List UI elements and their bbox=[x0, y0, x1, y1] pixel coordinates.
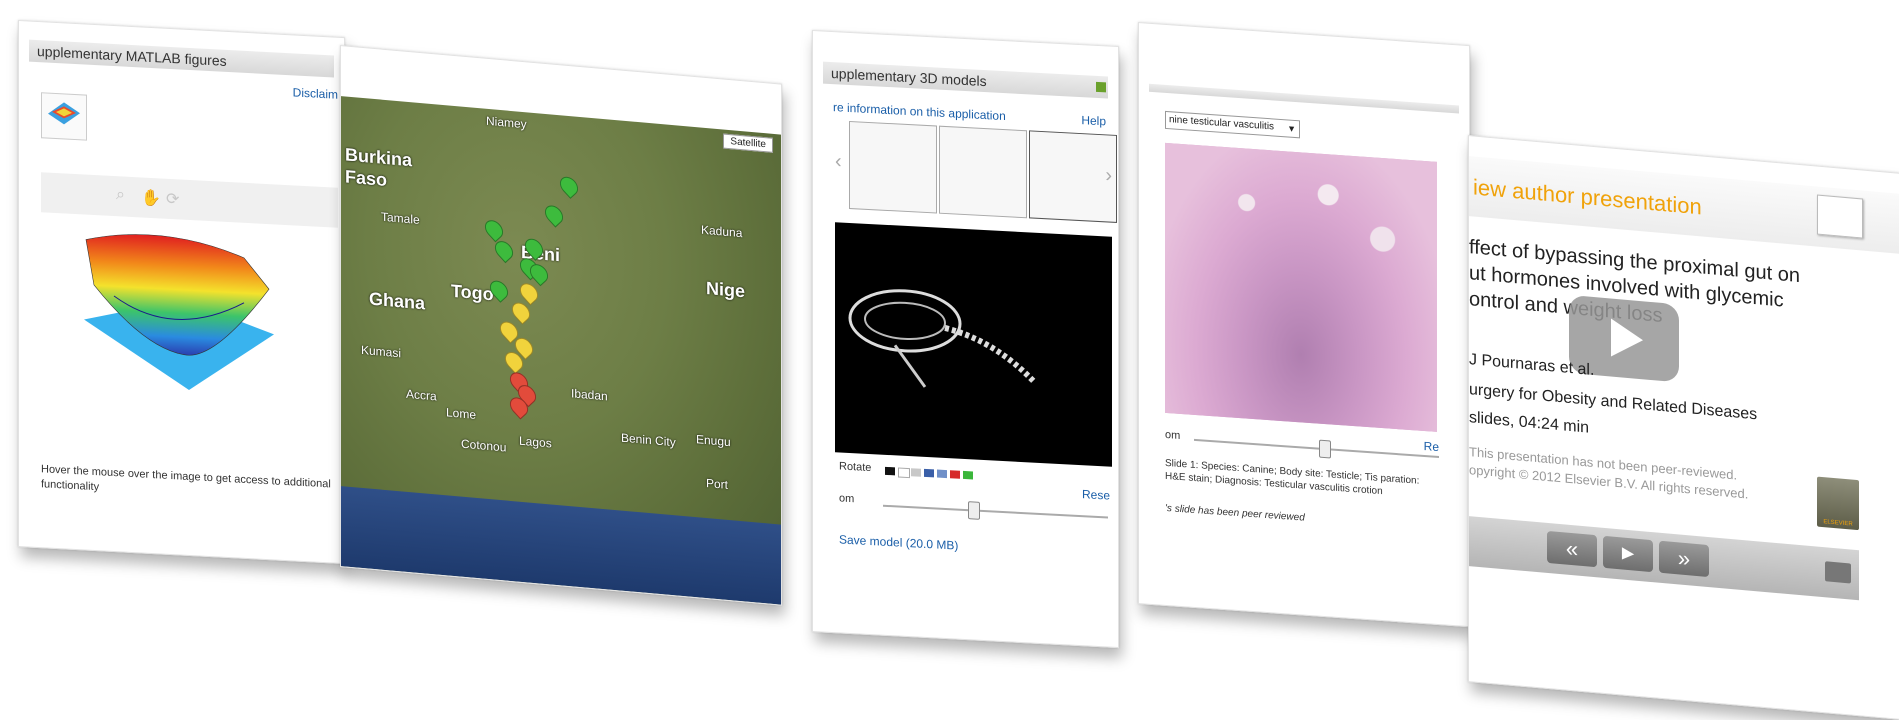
label-tamale: Tamale bbox=[381, 209, 420, 227]
label-faso: Faso bbox=[345, 166, 388, 191]
ocean-area bbox=[341, 486, 781, 605]
next-button[interactable]: » bbox=[1659, 540, 1709, 578]
label-lome: Lome bbox=[446, 405, 477, 422]
map-pin[interactable] bbox=[541, 201, 567, 228]
surface-thumb-icon bbox=[48, 102, 80, 125]
zoom-label: om bbox=[839, 492, 855, 506]
elsevier-wordmark: ELSEVIER bbox=[1823, 519, 1853, 528]
swatch-green[interactable] bbox=[963, 470, 973, 480]
map-pin[interactable] bbox=[481, 216, 507, 243]
label-kaduna: Kaduna bbox=[701, 222, 743, 241]
models3d-card: upplementary 3D models re information on… bbox=[812, 30, 1119, 649]
next-arrow-icon[interactable]: › bbox=[1105, 164, 1112, 187]
projector-icon bbox=[1817, 194, 1863, 239]
surface-plot[interactable] bbox=[74, 224, 284, 405]
histology-slide-image[interactable] bbox=[1165, 142, 1437, 432]
peer-review-note: 's slide has been peer reviewed bbox=[1165, 502, 1305, 524]
player-controls: « ▶ » bbox=[1469, 516, 1859, 601]
models3d-title: upplementary 3D models bbox=[823, 61, 1108, 99]
help-link[interactable]: Help bbox=[1081, 113, 1106, 128]
reset-link[interactable]: Rese bbox=[1082, 487, 1110, 502]
map-pin[interactable] bbox=[556, 173, 582, 199]
prev-arrow-icon[interactable]: ‹ bbox=[835, 150, 842, 173]
zoom-label: om bbox=[1165, 428, 1181, 442]
slide-selector[interactable]: nine testicular vasculitis ▼ bbox=[1165, 110, 1300, 139]
slide-selector-value: nine testicular vasculitis bbox=[1169, 114, 1275, 133]
presentation-card: iew author presentation ffect of bypassi… bbox=[1468, 135, 1899, 720]
zoom-slider[interactable] bbox=[1194, 438, 1439, 459]
elsevier-logo: ELSEVIER bbox=[1817, 476, 1859, 531]
swatch-red[interactable] bbox=[950, 470, 960, 479]
label-nigeria: Nige bbox=[706, 278, 746, 302]
label-lagos: Lagos bbox=[519, 433, 552, 451]
pan-icon[interactable]: ✋ bbox=[141, 187, 161, 208]
figure-thumbnail[interactable] bbox=[41, 92, 87, 141]
matlab-card-title: upplementary MATLAB figures bbox=[29, 39, 334, 78]
presentation-meta: slides, 04:24 min bbox=[1469, 409, 1590, 437]
label-cotonou: Cotonou bbox=[461, 436, 507, 455]
swatch-gray[interactable] bbox=[911, 468, 921, 477]
model-viewer[interactable] bbox=[835, 222, 1112, 467]
chevron-down-icon: ▼ bbox=[1287, 123, 1296, 135]
slide-card: nine testicular vasculitis ▼ om Re Slide… bbox=[1138, 22, 1470, 628]
label-ghana: Ghana bbox=[369, 288, 426, 314]
satellite-map[interactable]: Satellite Burkina Faso Ghana Togo Beni N… bbox=[341, 96, 781, 605]
model-thumbnail[interactable] bbox=[939, 125, 1027, 219]
swatch-white[interactable] bbox=[898, 467, 910, 479]
swatch-black[interactable] bbox=[885, 466, 895, 476]
zoom-slider-knob[interactable] bbox=[968, 501, 980, 520]
thumbnail-strip: ‹ › bbox=[835, 120, 1117, 224]
slide-caption: Slide 1: Species: Canine; Body site: Tes… bbox=[1165, 457, 1420, 498]
info-link[interactable]: re information on this application bbox=[833, 100, 1006, 123]
figure-toolbar: ⌕ ✋ ⟳ bbox=[41, 172, 338, 228]
zoom-slider[interactable] bbox=[883, 504, 1108, 519]
label-port: Port bbox=[706, 476, 729, 492]
skeleton-model bbox=[848, 289, 1038, 388]
model-thumbnail[interactable] bbox=[849, 120, 937, 214]
reset-link[interactable]: Re bbox=[1424, 439, 1439, 454]
label-accra: Accra bbox=[406, 386, 437, 404]
play-pause-button[interactable]: ▶ bbox=[1603, 535, 1653, 573]
rotate-label: Rotate bbox=[839, 460, 872, 475]
zoom-icon[interactable]: ⌕ bbox=[116, 186, 125, 204]
presentation-header-text: iew author presentation bbox=[1473, 174, 1702, 220]
disclaimer-link[interactable]: Disclaim bbox=[293, 85, 338, 101]
label-benin-city: Benin City bbox=[621, 430, 676, 450]
zoom-slider-knob[interactable] bbox=[1319, 439, 1331, 459]
model-thumbnail-selected[interactable] bbox=[1029, 130, 1117, 223]
status-indicator bbox=[1096, 81, 1106, 93]
label-ibadan: Ibadan bbox=[571, 386, 608, 404]
swatch-blue[interactable] bbox=[924, 468, 934, 478]
fullscreen-icon[interactable] bbox=[1825, 561, 1851, 584]
slide-title-bar bbox=[1149, 83, 1459, 114]
rotate-icon[interactable]: ⟳ bbox=[166, 189, 179, 210]
label-niamey: Niamey bbox=[486, 113, 527, 132]
hover-instructions: Hover the mouse over the image to get ac… bbox=[41, 463, 331, 494]
label-kumasi: Kumasi bbox=[361, 342, 402, 361]
label-enugu: Enugu bbox=[696, 432, 731, 450]
presentation-header: iew author presentation bbox=[1469, 156, 1899, 254]
prev-button[interactable]: « bbox=[1547, 530, 1597, 568]
save-model-link[interactable]: Save model (20.0 MB) bbox=[839, 532, 958, 552]
swatch-lightblue[interactable] bbox=[937, 469, 947, 479]
label-togo: Togo bbox=[451, 280, 494, 305]
map-type-button[interactable]: Satellite bbox=[723, 133, 773, 153]
map-card: Satellite Burkina Faso Ghana Togo Beni N… bbox=[340, 45, 782, 606]
matlab-figures-card: upplementary MATLAB figures Disclaim ⌕ ✋… bbox=[18, 20, 345, 565]
color-swatches bbox=[885, 466, 995, 483]
